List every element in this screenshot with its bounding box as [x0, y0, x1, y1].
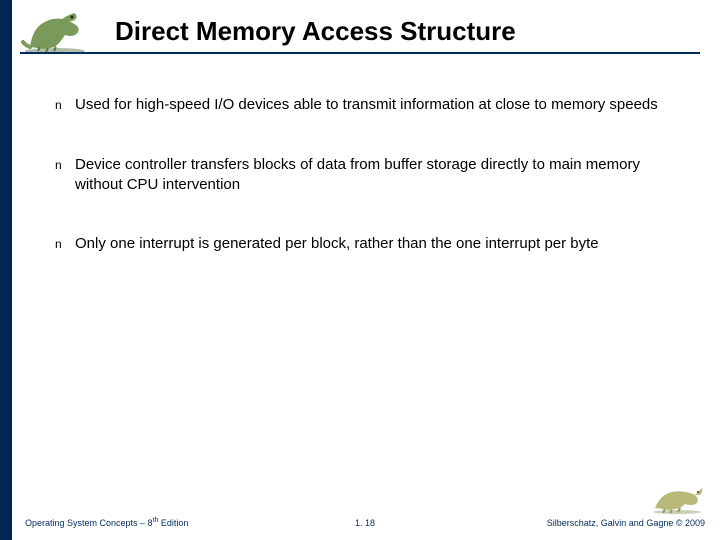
bullet-item: n Device controller transfers blocks of … [55, 155, 685, 194]
bullet-item: n Only one interrupt is generated per bl… [55, 234, 685, 254]
slide-number: 1. 18 [355, 518, 375, 528]
bullet-text: Used for high-speed I/O devices able to … [75, 95, 685, 115]
footer-copyright: Silberschatz, Galvin and Gagne © 2009 [547, 518, 705, 528]
bullet-text: Device controller transfers blocks of da… [75, 155, 685, 194]
bullet-text: Only one interrupt is generated per bloc… [75, 234, 685, 254]
slide-header: Direct Memory Access Structure [20, 12, 700, 62]
bullet-marker: n [55, 95, 75, 115]
slide-footer: Operating System Concepts – 8th Edition … [25, 490, 705, 530]
slide-content: n Used for high-speed I/O devices able t… [55, 95, 685, 294]
slide-title: Direct Memory Access Structure [115, 16, 700, 47]
bullet-item: n Used for high-speed I/O devices able t… [55, 95, 685, 115]
bullet-marker: n [55, 234, 75, 254]
footer-left-text: Operating System Concepts – 8th Edition [25, 517, 188, 528]
sidebar-stripe [0, 0, 12, 540]
header-rule [20, 52, 700, 54]
bullet-marker: n [55, 155, 75, 175]
footer-book-suffix: Edition [158, 518, 188, 528]
dinosaur-icon [20, 7, 90, 55]
footer-book-prefix: Operating System Concepts – 8 [25, 518, 153, 528]
